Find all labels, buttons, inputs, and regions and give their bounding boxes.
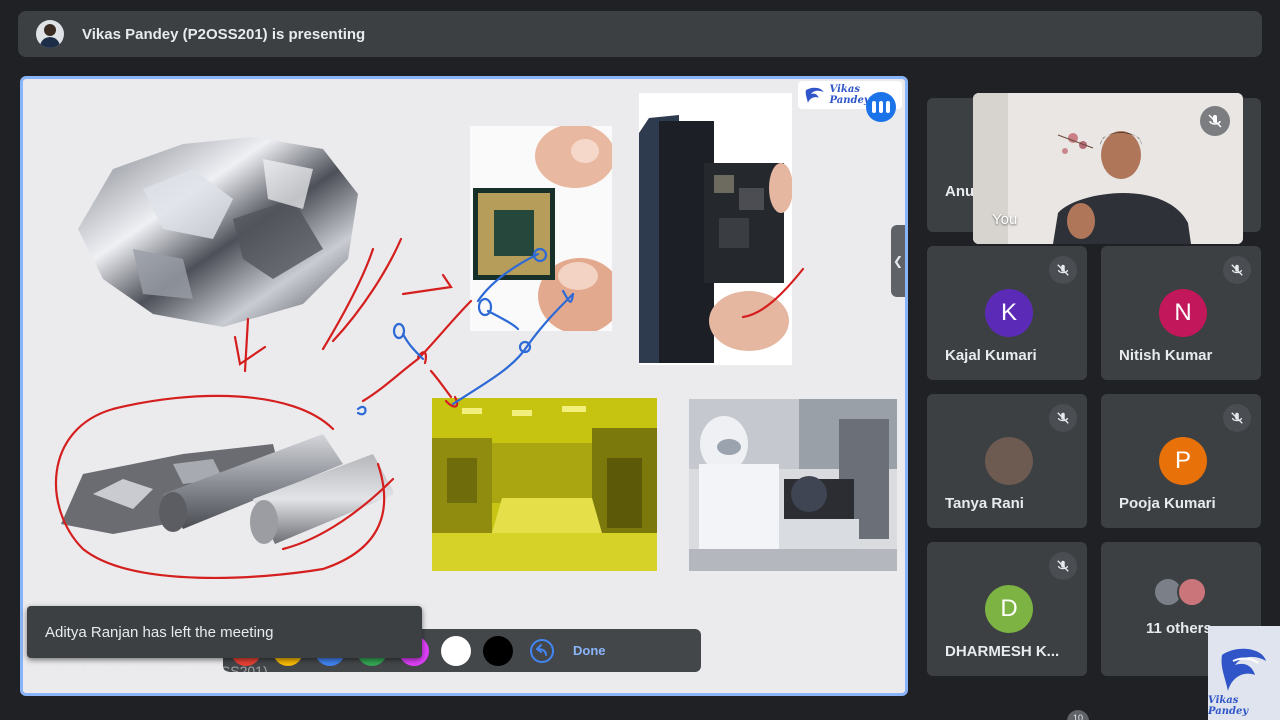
presentation-stage[interactable]: Vikas Pandey ❮ Done ▲ Vikas Pandey (P2OS… [20, 76, 908, 696]
self-label: You [992, 211, 1018, 228]
participant-tile[interactable]: N Nitish Kumar [1101, 246, 1261, 380]
presenter-name: Vikas Pandey (P2OSS201) [99, 663, 268, 679]
participant-count-badge: 10 [1067, 710, 1089, 720]
color-swatch[interactable] [441, 635, 471, 666]
phone-board-image [639, 93, 792, 365]
self-view-video[interactable]: You [973, 93, 1243, 244]
logo-mark-icon [805, 87, 824, 103]
color-swatch[interactable] [483, 635, 513, 666]
avatar: N [1159, 289, 1207, 337]
chevron-left-icon[interactable]: ❮ [891, 225, 905, 297]
others-avatars [1153, 577, 1207, 607]
others-label: 11 others [1146, 620, 1212, 637]
participant-name: Kajal Kumari [945, 347, 1037, 364]
watermark-text: Vikas Pandey [1208, 695, 1249, 717]
mic-off-icon [1223, 404, 1251, 432]
participant-name: Anu [945, 183, 975, 200]
avatar: K [985, 289, 1033, 337]
watermark-mark-icon [1221, 648, 1266, 691]
wafer-fab-image [689, 399, 897, 571]
participant-name: DHARMESH K... [945, 643, 1060, 660]
cleanroom-image [432, 398, 657, 571]
pin-icon[interactable]: ▲ [27, 661, 47, 681]
avatar: P [1159, 437, 1207, 485]
presentation-footer: ▲ Vikas Pandey (P2OSS201) [27, 659, 268, 681]
speaking-indicator-icon [866, 92, 896, 122]
left-meeting-toast: Aditya Ranjan has left the meeting [27, 606, 422, 658]
toast-text: Aditya Ranjan has left the meeting [45, 623, 274, 641]
avatar [1177, 577, 1207, 607]
done-button[interactable]: Done [573, 643, 606, 658]
present-icon[interactable] [61, 659, 85, 681]
participant-tile[interactable]: K Kajal Kumari [927, 246, 1087, 380]
participant-name: Nitish Kumar [1119, 347, 1213, 364]
mic-off-icon [1049, 256, 1077, 284]
watermark-logo: Vikas Pandey [1208, 626, 1280, 720]
undo-icon[interactable] [527, 636, 557, 666]
participant-tile[interactable]: P Pooja Kumari [1101, 394, 1261, 528]
participant-name: Tanya Rani [945, 495, 1024, 512]
presenter-avatar [36, 20, 64, 48]
avatar: D [985, 585, 1033, 633]
mic-off-icon [1049, 404, 1077, 432]
mic-off-icon [1223, 256, 1251, 284]
mic-off-icon[interactable] [1200, 106, 1230, 136]
participant-name: Pooja Kumari [1119, 495, 1216, 512]
participant-tile[interactable]: D DHARMESH K... [927, 542, 1087, 676]
silicon-ingots-image [53, 424, 393, 564]
silicon-ore-image [73, 129, 368, 334]
participant-tile[interactable]: Tanya Rani [927, 394, 1087, 528]
presenting-banner: Vikas Pandey (P2OSS201) is presenting [18, 11, 1262, 57]
avatar [985, 437, 1033, 485]
mic-off-icon [1049, 552, 1077, 580]
cpu-chip-image [470, 126, 612, 331]
presenting-text: Vikas Pandey (P2OSS201) is presenting [82, 25, 366, 43]
